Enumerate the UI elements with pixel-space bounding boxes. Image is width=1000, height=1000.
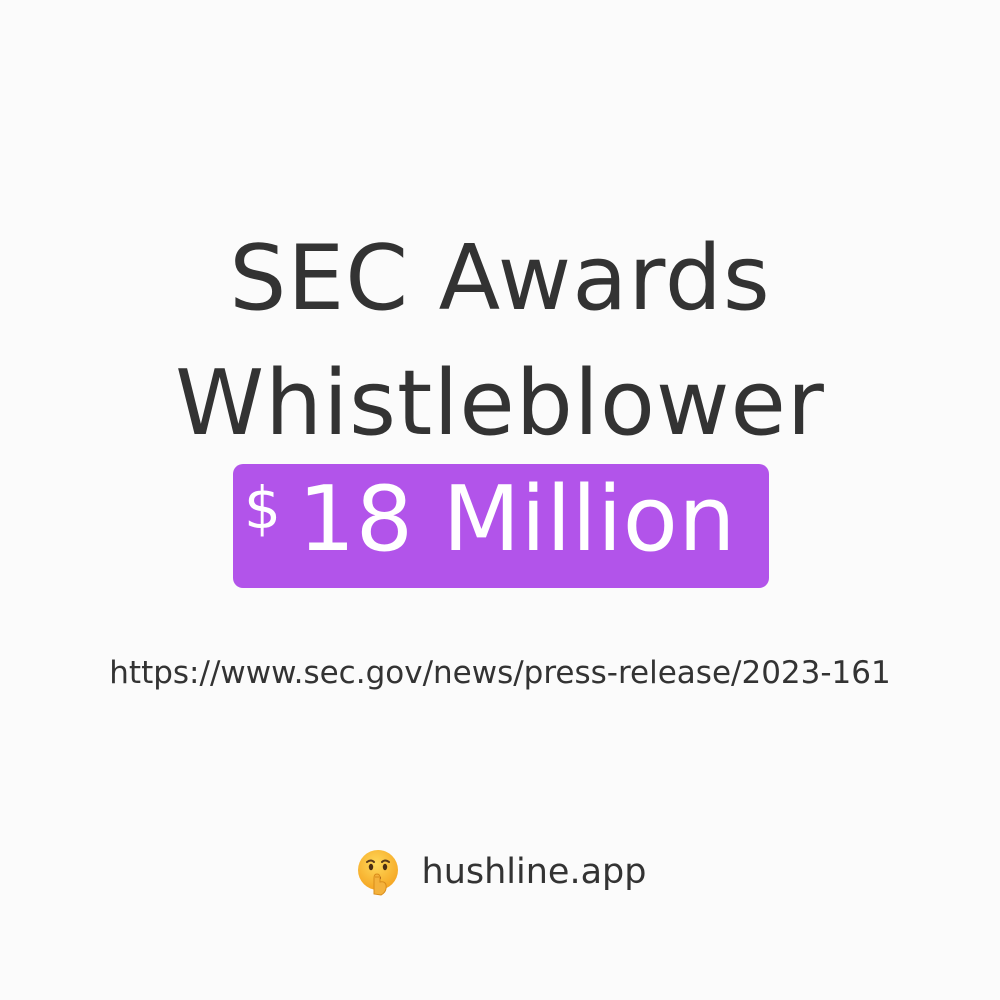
footer-brand: hushline.app (0, 848, 1000, 896)
headline-line-2: Whistleblower (175, 351, 825, 456)
headline-line-1: SEC Awards (229, 226, 771, 331)
shushing-face-icon (354, 848, 402, 896)
award-amount: 18 Million (298, 467, 736, 572)
source-link[interactable]: https://www.sec.gov/news/press-release/2… (0, 658, 1000, 689)
brand-name: hushline.app (421, 851, 647, 892)
social-card: SEC Awards Whistleblower $ 18 Million ht… (0, 0, 1000, 1000)
award-currency: $ (244, 474, 281, 542)
